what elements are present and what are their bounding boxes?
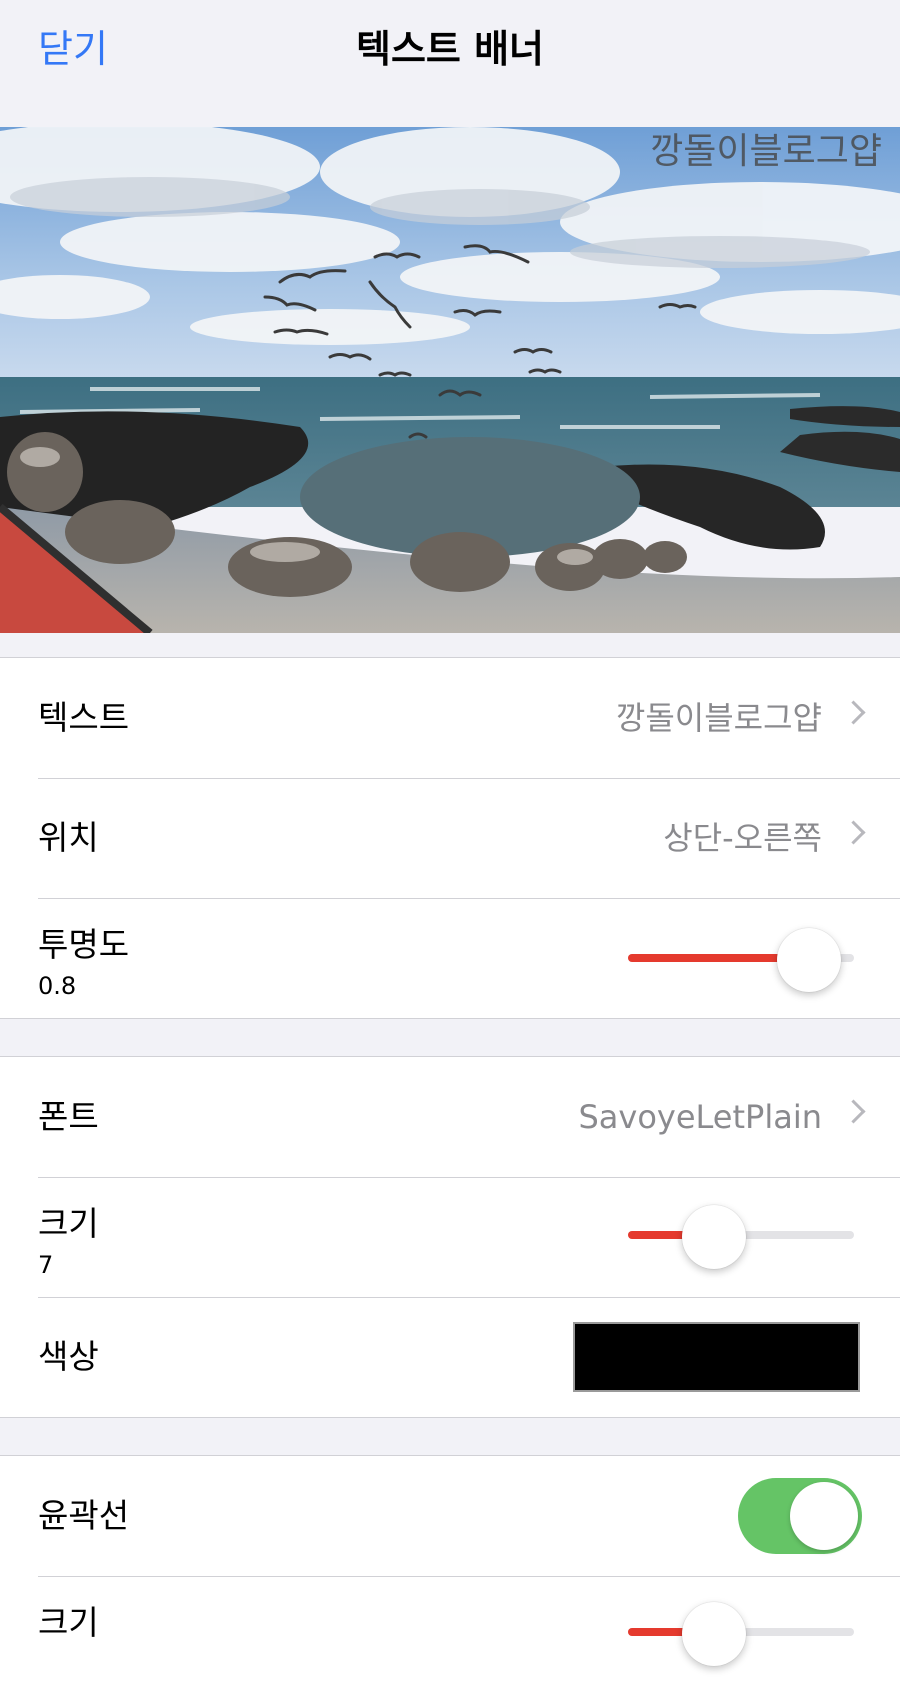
position-row[interactable]: 위치 상단-오른쪽 bbox=[0, 778, 900, 898]
chevron-right-icon bbox=[841, 820, 866, 845]
color-swatch[interactable] bbox=[573, 1322, 860, 1392]
outline-size-row: 크기 bbox=[0, 1576, 900, 1696]
position-row-value: 상단-오른쪽 bbox=[663, 819, 822, 857]
font-settings-group: 폰트 SavoyeLetPlain 크기 7 색상 bbox=[0, 1056, 900, 1418]
opacity-label: 투명도 bbox=[38, 925, 130, 964]
text-row-value: 깡돌이블로그얍 bbox=[615, 699, 822, 737]
font-size-value: 7 bbox=[38, 1251, 54, 1279]
opacity-row: 투명도 0.8 bbox=[0, 898, 900, 1018]
font-row-value: SavoyeLetPlain bbox=[578, 1098, 822, 1136]
banner-preview: 깡돌이블로그얍 bbox=[0, 127, 900, 633]
opacity-slider[interactable] bbox=[628, 928, 854, 992]
seaside-photo-icon bbox=[0, 127, 900, 633]
chevron-right-icon bbox=[841, 700, 866, 725]
outline-row: 윤곽선 bbox=[0, 1456, 900, 1576]
banner-settings-group: 텍스트 깡돌이블로그얍 위치 상단-오른쪽 투명도 0.8 bbox=[0, 657, 900, 1019]
position-row-label: 위치 bbox=[38, 818, 99, 857]
font-row-label: 폰트 bbox=[38, 1097, 99, 1136]
slider-thumb[interactable] bbox=[776, 928, 841, 992]
font-size-row-label: 크기 7 bbox=[38, 1197, 99, 1279]
font-size-row: 크기 7 bbox=[0, 1177, 900, 1297]
slider-thumb[interactable] bbox=[681, 1205, 746, 1269]
color-row[interactable]: 색상 bbox=[0, 1297, 900, 1417]
outline-toggle[interactable] bbox=[738, 1478, 862, 1554]
outline-row-label: 윤곽선 bbox=[38, 1496, 130, 1535]
outline-size-slider[interactable] bbox=[628, 1602, 854, 1666]
outline-size-row-label: 크기 bbox=[38, 1603, 99, 1642]
font-size-label: 크기 bbox=[38, 1204, 99, 1243]
color-row-label: 색상 bbox=[38, 1337, 99, 1376]
chevron-right-icon bbox=[841, 1099, 866, 1124]
font-row[interactable]: 폰트 SavoyeLetPlain bbox=[0, 1057, 900, 1177]
opacity-value: 0.8 bbox=[38, 972, 77, 1000]
outline-settings-group: 윤곽선 크기 bbox=[0, 1455, 900, 1696]
slider-thumb[interactable] bbox=[681, 1602, 746, 1666]
text-row[interactable]: 텍스트 깡돌이블로그얍 bbox=[0, 658, 900, 778]
banner-text-overlay: 깡돌이블로그얍 bbox=[650, 131, 882, 172]
font-size-slider[interactable] bbox=[628, 1205, 854, 1269]
toggle-knob bbox=[790, 1482, 858, 1550]
nav-bar: 닫기 텍스트 배너 bbox=[0, 0, 900, 127]
page-title: 텍스트 배너 bbox=[355, 27, 545, 71]
text-row-label: 텍스트 bbox=[38, 698, 130, 737]
opacity-row-label: 투명도 0.8 bbox=[38, 918, 129, 1000]
